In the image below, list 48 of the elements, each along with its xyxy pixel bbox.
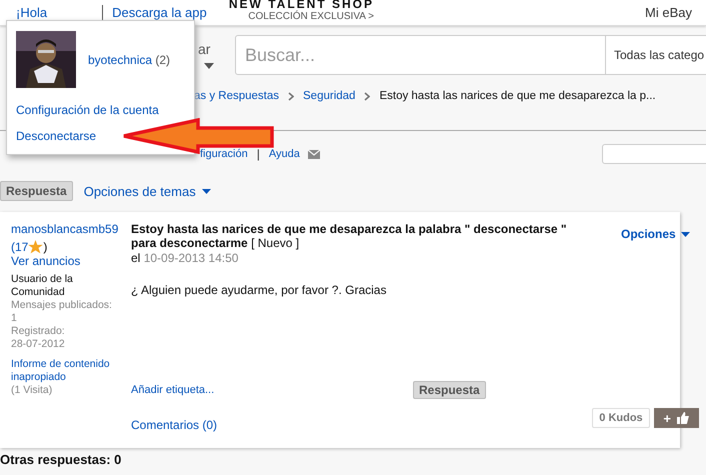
search-field[interactable]: Buscar... <box>235 35 606 75</box>
thumbs-up-icon <box>676 412 689 424</box>
report-link[interactable]: Informe de contenido inapropiado <box>11 358 123 384</box>
category-select[interactable]: Todas las catego <box>606 35 706 75</box>
kudos-count: 0 Kudos <box>592 408 650 428</box>
see-listings-link[interactable]: Ver anuncios <box>11 254 123 268</box>
help-link[interactable]: Ayuda <box>268 148 300 160</box>
registered-date: 28-07-2012 <box>11 338 66 351</box>
other-replies-heading: Otras respuestas: 0 <box>0 452 122 467</box>
breadcrumb-item[interactable]: Seguridad <box>303 90 356 102</box>
mail-icon[interactable] <box>308 150 320 158</box>
user-rank: Usuario de la Comunidad <box>11 273 74 299</box>
give-kudo-button[interactable]: + <box>654 408 699 428</box>
my-ebay-link[interactable]: Mi eBay <box>645 5 692 20</box>
breadcrumb-item: Estoy hasta las narices de que me desaparezca la p... <box>379 90 656 102</box>
feedback-score[interactable]: (17 <box>11 240 28 254</box>
author-link[interactable]: manosblancasmb59 <box>11 222 123 237</box>
caret-icon <box>202 188 211 194</box>
category-menu-label[interactable]: ar <box>198 41 234 57</box>
chevron-icon <box>288 92 294 100</box>
posts-count: 1 <box>11 312 18 325</box>
registered-label: Registrado: <box>11 325 66 338</box>
user-menu-item[interactable]: Desconectarse <box>16 129 96 143</box>
username-link[interactable]: byotechnica (2) <box>88 52 170 66</box>
reply-button[interactable]: Respuesta <box>0 181 73 201</box>
settings-link[interactable]: figuración <box>200 148 248 160</box>
feedback-paren: ) <box>43 240 48 254</box>
star-icon <box>28 240 44 254</box>
breadcrumb-item[interactable]: as y Respuestas <box>194 90 280 102</box>
add-tag-link[interactable]: Añadir etiqueta... <box>131 384 413 396</box>
caret-icon <box>680 232 690 237</box>
promo-subtitle[interactable]: COLECCIÓN EXCLUSIVA > <box>248 11 374 22</box>
caret-icon <box>204 63 214 69</box>
chevron-icon <box>364 92 370 100</box>
visit-count: (1 Visita) <box>11 384 54 397</box>
reply-button[interactable]: Respuesta <box>413 381 486 399</box>
comments-link[interactable]: Comentarios (0) <box>131 418 218 432</box>
post-date: 10-09-2013 14:50 <box>144 251 238 265</box>
board-search-field[interactable] <box>602 144 706 164</box>
separator: | <box>256 147 260 161</box>
topic-options-menu[interactable]: Opciones de temas <box>84 184 211 198</box>
posts-label: Mensajes publicados: <box>11 299 113 312</box>
options-menu[interactable]: Opciones <box>621 227 690 241</box>
greeting-link[interactable]: ¡Hola <box>16 5 48 20</box>
date-prefix: el <box>131 251 140 265</box>
user-menu-item[interactable]: Configuración de la cuenta <box>16 103 159 117</box>
post-body: ¿ Alguien puede ayudarme, por favor ?. Gracias <box>131 283 388 297</box>
app-download-link[interactable]: Descarga la app <box>112 5 207 20</box>
